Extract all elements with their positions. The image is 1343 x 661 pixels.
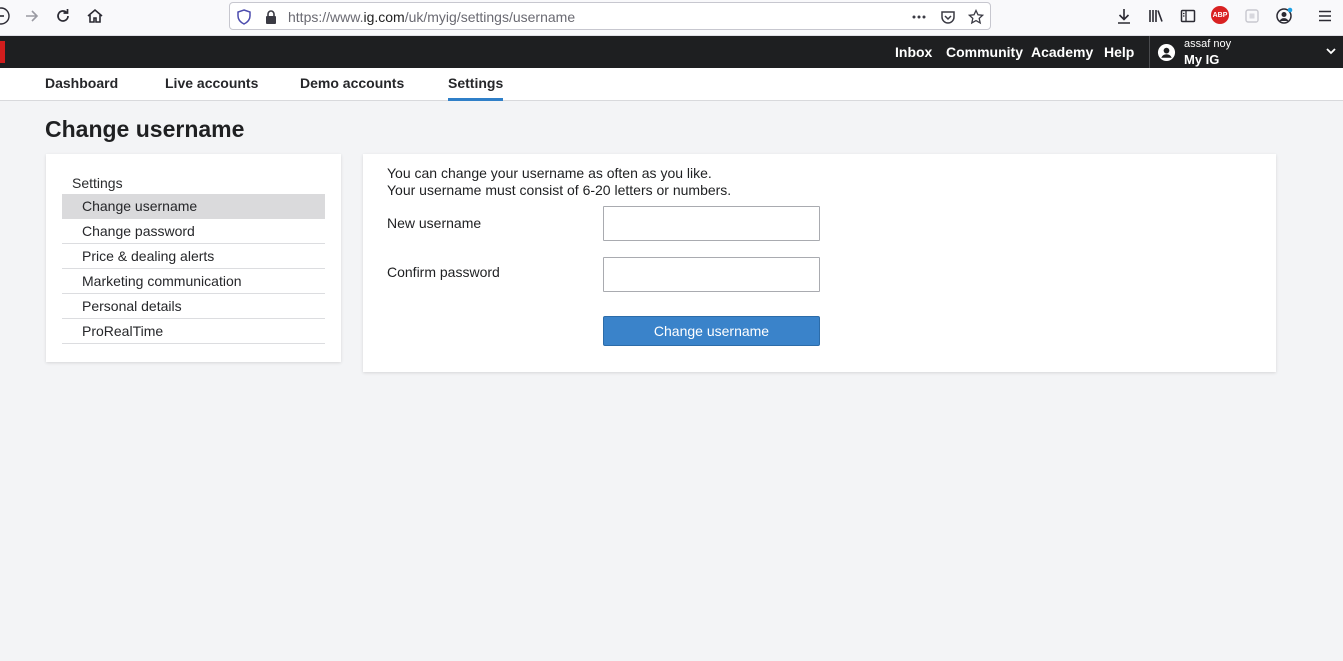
downloads-button[interactable]: [1110, 4, 1138, 28]
account-button[interactable]: [1270, 4, 1298, 28]
sidebar-icon: [1180, 9, 1196, 23]
sidebar-item-personal-details[interactable]: Personal details: [62, 294, 325, 319]
url-prefix: https://www.: [288, 9, 364, 25]
settings-sidebar: Settings Change username Change password…: [46, 154, 341, 362]
account-menu-label[interactable]: My IG: [1184, 52, 1219, 67]
header-divider: [1149, 36, 1150, 68]
library-button[interactable]: [1142, 4, 1170, 28]
home-icon: [87, 8, 103, 23]
browser-toolbar: https://www.ig.com/uk/myig/settings/user…: [0, 0, 1343, 36]
nav-link-community[interactable]: Community: [946, 44, 1023, 60]
account-name: assaf noy: [1184, 38, 1232, 50]
user-avatar-icon[interactable]: [1157, 43, 1176, 62]
reload-icon: [57, 9, 69, 22]
sidebar-item-price-dealing-alerts[interactable]: Price & dealing alerts: [62, 244, 325, 269]
page-title: Change username: [45, 116, 245, 142]
tab-live-accounts[interactable]: Live accounts: [165, 75, 258, 91]
download-icon: [1118, 9, 1130, 24]
reload-button[interactable]: [49, 4, 77, 28]
extension-button[interactable]: [1238, 4, 1266, 28]
new-username-label: New username: [387, 215, 482, 231]
confirm-password-label: Confirm password: [387, 264, 500, 280]
nav-link-inbox[interactable]: Inbox: [895, 44, 932, 60]
library-icon: [1149, 10, 1163, 22]
sidebar-item-marketing-communication[interactable]: Marketing communication: [62, 269, 325, 294]
nav-link-help[interactable]: Help: [1104, 44, 1134, 60]
sidebar-item-prorealtime[interactable]: ProRealTime: [62, 319, 325, 344]
new-username-input[interactable]: [603, 206, 820, 241]
firefox-account-icon: [1276, 7, 1293, 24]
change-username-form: You can change your username as often as…: [363, 154, 1276, 372]
home-button[interactable]: [81, 4, 109, 28]
adblock-icon[interactable]: ABP: [1211, 6, 1229, 24]
more-actions-icon[interactable]: [909, 7, 929, 27]
forward-button[interactable]: [18, 4, 46, 28]
extension-icon: [1245, 9, 1259, 23]
sidebar-heading: Settings: [72, 175, 123, 191]
tab-dashboard[interactable]: Dashboard: [45, 75, 118, 91]
nav-link-academy[interactable]: Academy: [1031, 44, 1093, 60]
sidebar-toggle-button[interactable]: [1174, 4, 1202, 28]
ig-logo[interactable]: [0, 41, 5, 63]
tab-settings[interactable]: Settings: [448, 75, 504, 101]
site-header: Inbox Community Academy Help assaf noy M…: [0, 36, 1343, 68]
hamburger-icon: [1319, 10, 1331, 22]
address-bar[interactable]: https://www.ig.com/uk/myig/settings/user…: [229, 2, 991, 30]
confirm-password-input[interactable]: [603, 257, 820, 292]
url-host: ig.com: [363, 9, 405, 25]
pocket-icon[interactable]: [938, 7, 958, 27]
back-button[interactable]: [0, 4, 18, 28]
tab-demo-accounts[interactable]: Demo accounts: [300, 75, 404, 91]
lock-icon[interactable]: [261, 7, 281, 27]
sidebar-item-change-password[interactable]: Change password: [62, 219, 325, 244]
sidebar-item-change-username[interactable]: Change username: [62, 194, 325, 219]
forward-arrow-icon: [26, 10, 39, 22]
intro-text-line-2: Your username must consist of 6-20 lette…: [387, 182, 732, 198]
menu-button[interactable]: [1311, 4, 1339, 28]
chevron-down-icon[interactable]: [1325, 44, 1337, 58]
back-arrow-icon: [0, 7, 10, 25]
change-username-button[interactable]: Change username: [603, 316, 820, 346]
url-path: /uk/myig/settings/username: [404, 9, 576, 25]
tracking-shield-icon[interactable]: [234, 7, 254, 27]
url-text: https://www.ig.com/uk/myig/settings/user…: [288, 9, 575, 25]
intro-text-line-1: You can change your username as often as…: [387, 165, 712, 181]
bookmark-star-icon[interactable]: [966, 7, 986, 27]
main-tabs: Dashboard Live accounts Demo accounts Se…: [0, 68, 1343, 101]
